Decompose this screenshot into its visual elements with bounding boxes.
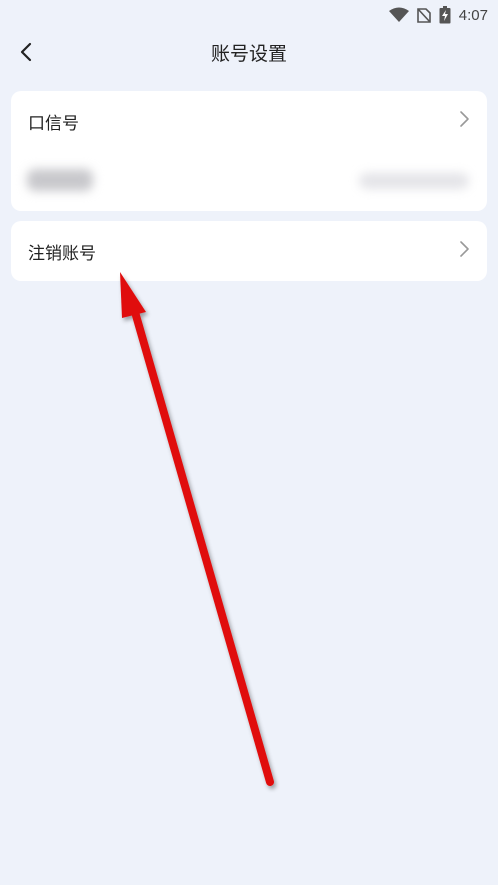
battery-charging-icon (439, 6, 451, 24)
settings-item-signal[interactable]: 口信号 (11, 91, 487, 151)
status-bar: 4:07 (0, 0, 498, 30)
nav-bar: 账号设置 (0, 30, 498, 78)
no-sim-icon (416, 7, 431, 23)
status-time: 4:07 (458, 6, 488, 24)
chevron-right-icon (458, 110, 470, 132)
chevron-right-icon (458, 240, 470, 262)
redacted-label (27, 169, 93, 191)
settings-item-label: 注销账号 (28, 243, 96, 264)
wifi-icon (388, 7, 409, 23)
settings-card-delete: 注销账号 (11, 221, 487, 281)
settings-item-delete-account[interactable]: 注销账号 (11, 221, 487, 281)
settings-card-account: 口信号 (11, 91, 487, 211)
settings-item-label: 口信号 (28, 113, 79, 134)
chevron-left-icon (20, 42, 32, 66)
redacted-row (11, 151, 487, 211)
page-title: 账号设置 (210, 43, 287, 65)
redacted-value (359, 173, 469, 189)
back-button[interactable] (8, 36, 44, 72)
